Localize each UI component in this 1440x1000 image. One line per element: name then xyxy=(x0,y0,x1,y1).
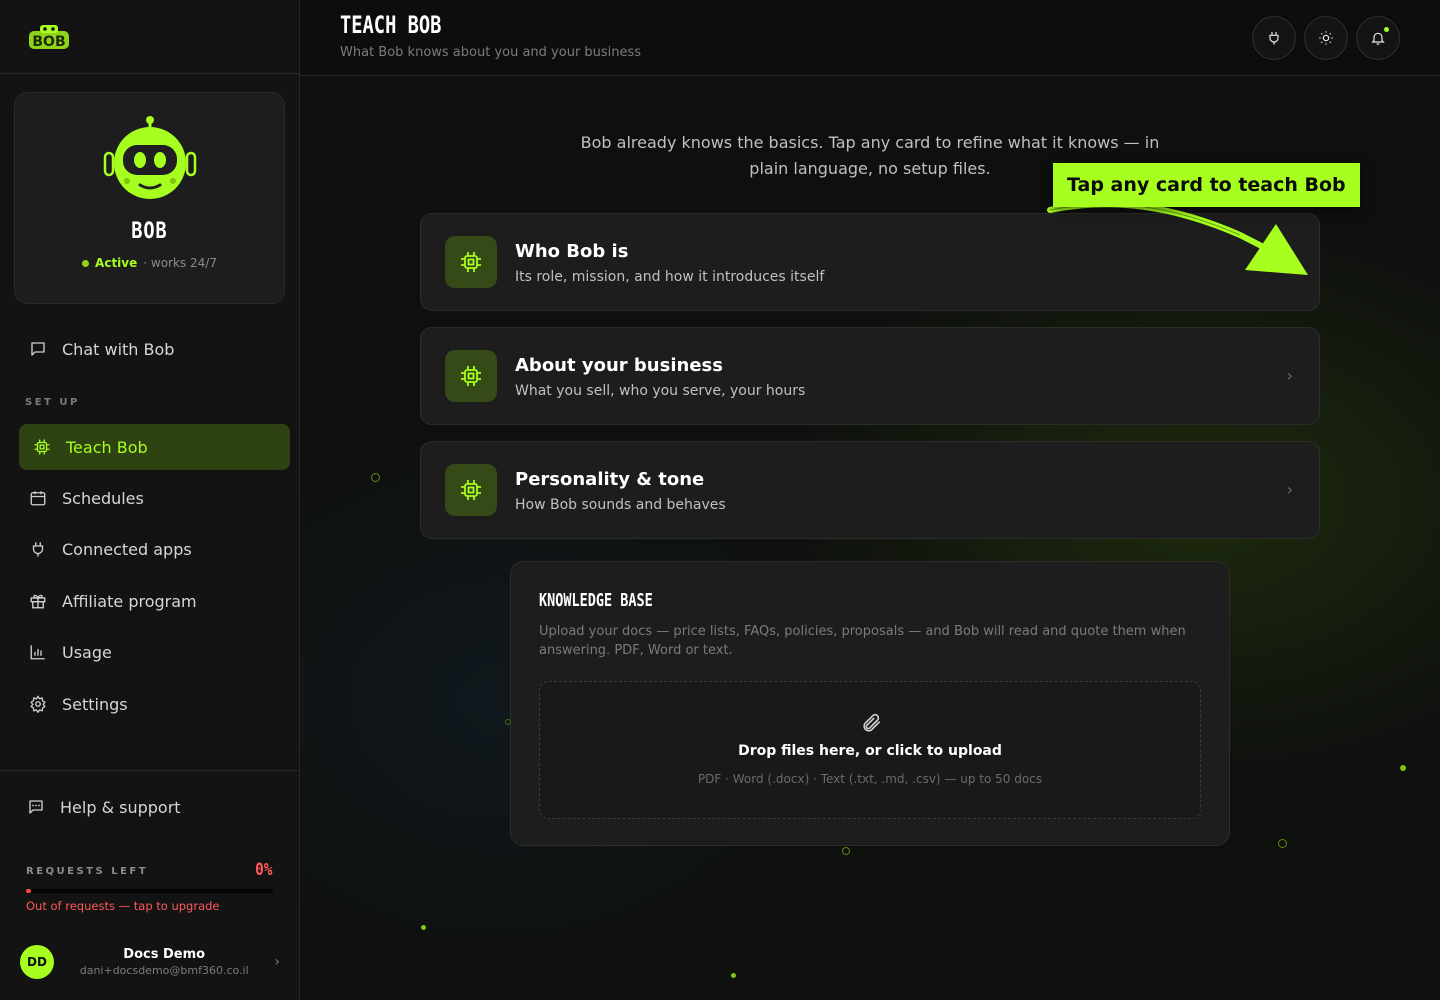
plug-icon xyxy=(32,542,44,557)
sidebar-divider xyxy=(0,770,299,771)
nav-label: Settings xyxy=(62,694,128,714)
nav-connected-apps[interactable]: Connected apps xyxy=(19,526,290,572)
decorative-spark xyxy=(1400,765,1406,771)
nav-label: Help & support xyxy=(60,797,181,817)
decorative-spark xyxy=(731,973,736,978)
nav-label: Usage xyxy=(62,642,112,662)
card-personality-tone[interactable]: Personality & tone How Bob sounds and be… xyxy=(420,441,1320,539)
requests-left-percent: 0% xyxy=(254,860,272,880)
card-icon xyxy=(445,236,497,288)
top-bar: TEACH BOB What Bob knows about you and y… xyxy=(300,0,1440,76)
sidebar: BOB BOB Active · works 24/7 Chat with Bo xyxy=(0,0,300,1000)
status-active: Active xyxy=(95,256,138,270)
callout-arrow-icon xyxy=(1047,201,1308,275)
decorative-spark xyxy=(371,473,380,482)
user-name: Docs Demo xyxy=(123,947,206,962)
card-title: Who Bob is xyxy=(515,241,629,262)
chip-icon xyxy=(461,480,481,500)
calendar-icon xyxy=(30,491,46,506)
bob-name: BOB xyxy=(131,219,168,244)
bob-logo[interactable]: BOB xyxy=(0,0,299,74)
knowledge-base-panel: KNOWLEDGE BASE Upload your docs — price … xyxy=(510,561,1230,846)
nav-schedules[interactable]: Schedules xyxy=(19,475,290,521)
user-email: dani+docsdemo@bmf360.co.il xyxy=(79,964,249,977)
nav-label: Connected apps xyxy=(62,539,192,559)
nav-label: Teach Bob xyxy=(66,437,148,457)
nav-usage[interactable]: Usage xyxy=(19,629,290,675)
bob-profile-card: BOB Active · works 24/7 xyxy=(14,92,285,304)
bell-icon xyxy=(1371,32,1385,45)
requests-progress-bar xyxy=(26,889,273,893)
nav-chat-with-bob[interactable]: Chat with Bob xyxy=(19,326,290,372)
card-about-your-business[interactable]: About your business What you sell, who y… xyxy=(420,327,1320,425)
upgrade-link[interactable]: Out of requests — tap to upgrade xyxy=(26,899,220,913)
drop-zone-formats: PDF · Word (.docx) · Text (.txt, .md, .c… xyxy=(697,772,1043,786)
chevron-right-icon: › xyxy=(274,954,280,970)
decorative-spark xyxy=(421,925,426,930)
bob-logo-icon: BOB xyxy=(29,24,69,50)
notification-dot xyxy=(1384,27,1389,32)
chevron-right-icon: › xyxy=(1286,366,1293,385)
gift-icon xyxy=(30,594,46,609)
nav-teach-bob[interactable]: Teach Bob xyxy=(19,424,290,470)
user-account[interactable]: DD Docs Demo dani+docsdemo@bmf360.co.il … xyxy=(20,942,280,982)
decorative-spark xyxy=(1278,839,1287,848)
chip-icon xyxy=(461,366,481,386)
chip-icon xyxy=(461,252,481,272)
user-info: Docs Demo dani+docsdemo@bmf360.co.il xyxy=(54,947,274,977)
nav-label: Schedules xyxy=(62,488,144,508)
bar-chart-icon xyxy=(30,645,45,660)
card-title: About your business xyxy=(515,355,723,376)
nav-settings[interactable]: Settings xyxy=(19,681,290,727)
file-drop-zone[interactable]: Drop files here, or click to upload PDF … xyxy=(539,681,1201,819)
status-dot-icon xyxy=(82,259,90,267)
section-label-setup: SET UP xyxy=(25,397,80,408)
status-hours: · works 24/7 xyxy=(143,256,217,270)
paperclip-icon xyxy=(863,713,881,732)
requests-progress-fill xyxy=(26,889,31,893)
knowledge-base-description: Upload your docs — price lists, FAQs, po… xyxy=(539,624,1186,658)
chevron-right-icon: › xyxy=(1286,480,1293,499)
nav-label: Chat with Bob xyxy=(62,339,175,359)
card-description: Its role, mission, and how it introduces… xyxy=(515,269,825,285)
robot-avatar-icon xyxy=(103,116,196,199)
card-icon xyxy=(445,464,497,516)
chat-icon xyxy=(31,342,45,356)
plug-icon xyxy=(1269,32,1279,45)
requests-left-label: REQUESTS LEFT xyxy=(26,866,149,877)
help-chat-icon xyxy=(29,800,43,814)
svg-text:BOB: BOB xyxy=(32,34,65,50)
knowledge-base-title: KNOWLEDGE BASE xyxy=(539,590,653,611)
nav-label: Affiliate program xyxy=(62,591,197,611)
decorative-spark xyxy=(505,719,511,725)
page-title: TEACH BOB xyxy=(340,11,442,39)
decorative-spark xyxy=(842,847,850,855)
teach-callout: Tap any card to teach Bob xyxy=(1053,163,1360,207)
card-icon xyxy=(445,350,497,402)
drop-zone-title: Drop files here, or click to upload xyxy=(738,743,1002,759)
integrations-button[interactable] xyxy=(1252,16,1296,60)
bob-status: Active · works 24/7 xyxy=(82,256,217,270)
avatar: DD xyxy=(20,945,54,979)
nav-help-support[interactable]: Help & support xyxy=(17,784,288,830)
notifications-button[interactable] xyxy=(1356,16,1400,60)
chip-icon xyxy=(34,439,50,455)
card-description: How Bob sounds and behaves xyxy=(515,497,726,513)
main-content: TEACH BOB What Bob knows about you and y… xyxy=(300,0,1440,1000)
card-title: Personality & tone xyxy=(515,469,705,490)
gear-icon xyxy=(30,695,46,713)
page-subtitle: What Bob knows about you and your busine… xyxy=(340,45,642,60)
sun-icon xyxy=(1319,31,1333,45)
nav-affiliate-program[interactable]: Affiliate program xyxy=(19,578,290,624)
card-description: What you sell, who you serve, your hours xyxy=(515,383,806,399)
theme-toggle-button[interactable] xyxy=(1304,16,1348,60)
